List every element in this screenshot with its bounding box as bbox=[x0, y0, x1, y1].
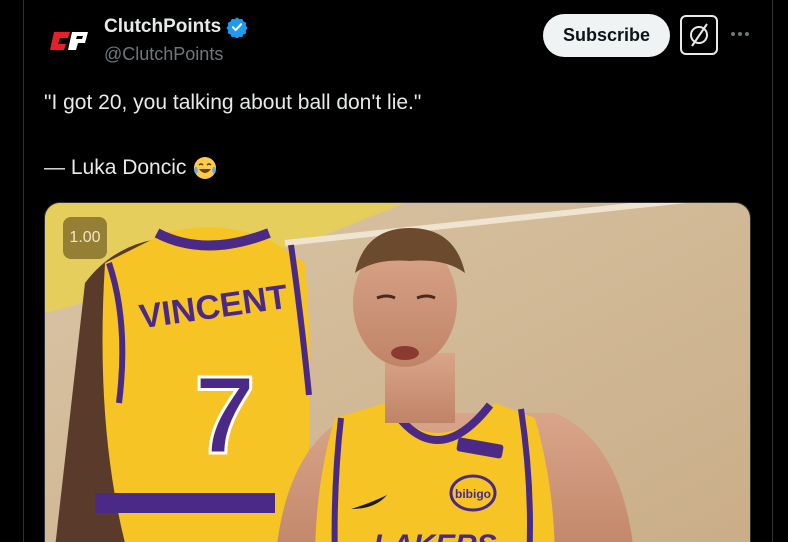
tweet-attribution-line: — Luka Doncic bbox=[44, 155, 218, 181]
clutchpoints-logo-icon[interactable] bbox=[48, 26, 90, 56]
grok-button[interactable] bbox=[680, 15, 718, 55]
account-name[interactable]: ClutchPoints bbox=[104, 16, 221, 38]
tears-of-joy-emoji-icon bbox=[194, 157, 217, 179]
tweet-video[interactable]: VINCENT 7 bibigo LAKERS 1.00 bbox=[44, 202, 751, 542]
jersey-back-number: 7 bbox=[194, 354, 255, 477]
verified-badge-icon bbox=[226, 17, 248, 38]
tweet-header: ClutchPoints @ClutchPoints Subscribe bbox=[48, 14, 758, 70]
tweet-quote-line: "I got 20, you talking about ball don't … bbox=[44, 91, 422, 114]
sponsor-patch: bibigo bbox=[455, 487, 491, 501]
subscribe-button[interactable]: Subscribe bbox=[543, 14, 670, 57]
more-options-icon[interactable] bbox=[728, 22, 752, 46]
playback-speed-badge[interactable]: 1.00 bbox=[63, 217, 107, 259]
grok-icon bbox=[690, 23, 708, 47]
account-handle[interactable]: @ClutchPoints bbox=[104, 44, 223, 65]
jersey-front-text: LAKERS bbox=[373, 529, 496, 542]
tweet-attribution-text: — Luka Doncic bbox=[44, 156, 187, 179]
